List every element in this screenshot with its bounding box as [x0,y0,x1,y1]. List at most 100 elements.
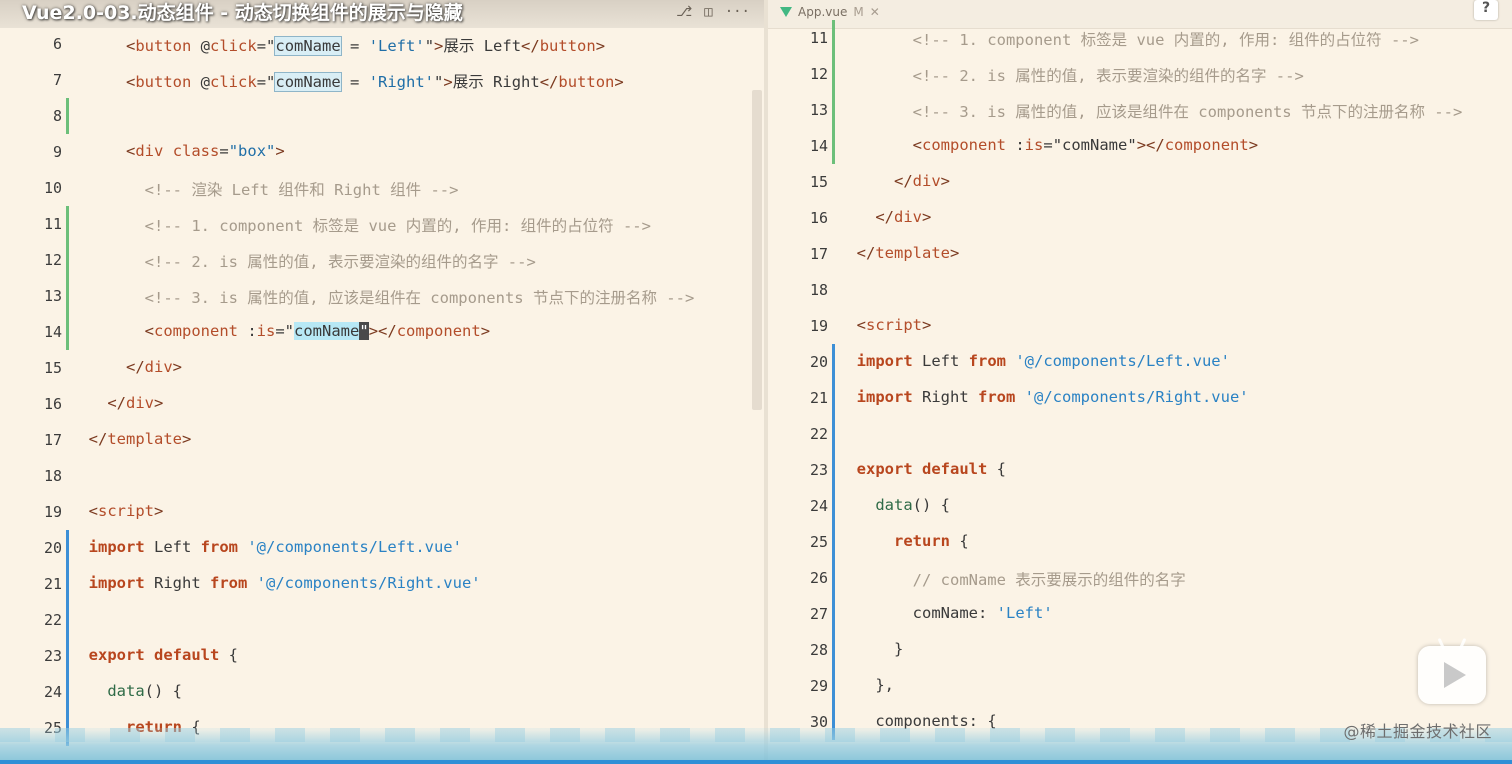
code-text[interactable]: <!-- 3. is 属性的值, 应该是组件在 components 节点下的注… [70,286,695,308]
code-line[interactable]: 15 </div> [0,350,764,386]
code-line[interactable]: 21 import Right from '@/components/Right… [768,380,1512,416]
code-line[interactable]: 18 [768,272,1512,308]
git-change-marker[interactable] [66,98,69,134]
git-change-marker[interactable] [66,206,69,242]
code-line[interactable]: 22 [768,416,1512,452]
code-line[interactable]: 19 <script> [0,494,764,530]
code-text[interactable]: <script> [70,502,164,520]
code-text[interactable]: </div> [70,358,182,376]
code-text[interactable]: import Left from '@/components/Left.vue' [70,538,462,556]
git-change-marker[interactable] [832,344,835,380]
code-text[interactable]: <!-- 2. is 属性的值, 表示要渲染的组件的名字 --> [70,250,536,272]
code-text[interactable]: } [838,640,903,658]
code-line[interactable]: 20 import Left from '@/components/Left.v… [0,530,764,566]
editor-pane-right[interactable]: App.vue M ✕ ? 11 <!-- 1. component 标签是 v… [768,0,1512,764]
code-line[interactable]: 11 <!-- 1. component 标签是 vue 内置的, 作用: 组件… [768,20,1512,56]
git-change-marker[interactable] [832,380,835,416]
git-change-marker[interactable] [832,596,835,632]
progress-bar[interactable] [0,760,1512,764]
code-text[interactable]: </div> [838,172,950,190]
code-line[interactable]: 10 <!-- 渲染 Left 组件和 Right 组件 --> [0,170,764,206]
git-change-marker[interactable] [832,668,835,704]
git-change-marker[interactable] [832,632,835,668]
git-change-marker[interactable] [66,602,69,638]
code-text[interactable]: data() { [838,496,950,514]
git-change-marker[interactable] [832,560,835,596]
code-line[interactable]: 28 } [768,632,1512,668]
code-text[interactable]: <!-- 1. component 标签是 vue 内置的, 作用: 组件的占位… [838,28,1419,50]
git-change-marker[interactable] [66,638,69,674]
git-change-marker[interactable] [832,56,835,92]
code-text[interactable]: </div> [838,208,931,226]
code-line[interactable]: 7 <button @click="comName = 'Right'">展示 … [0,62,764,98]
code-text[interactable]: export default { [70,646,238,664]
code-text[interactable]: <div class="box"> [70,142,285,160]
code-text[interactable]: data() { [70,682,182,700]
code-line[interactable]: 22 [0,602,764,638]
code-line[interactable]: 8 [0,98,764,134]
git-change-marker[interactable] [832,128,835,164]
code-text[interactable]: <!-- 1. component 标签是 vue 内置的, 作用: 组件的占位… [70,214,651,236]
code-text[interactable]: return { [838,532,969,550]
git-change-marker[interactable] [832,452,835,488]
code-line[interactable]: 9 <div class="box"> [0,134,764,170]
vertical-scrollbar[interactable] [752,90,762,410]
compare-changes-icon[interactable]: ⎇ [676,4,692,20]
code-text[interactable]: import Right from '@/components/Right.vu… [838,388,1249,406]
tab-app-vue[interactable]: App.vue M ✕ [780,5,880,19]
code-line[interactable]: 17 </template> [0,422,764,458]
git-change-marker[interactable] [66,242,69,278]
code-line[interactable]: 19 <script> [768,308,1512,344]
code-line[interactable]: 16 </div> [768,200,1512,236]
editor-pane-left[interactable]: Vue2.0-03.动态组件 - 动态切换组件的展示与隐藏 ⎇ ◫ ··· 6 … [0,0,764,764]
code-line[interactable]: 18 [0,458,764,494]
code-text[interactable]: <script> [838,316,932,334]
code-text[interactable]: <!-- 3. is 属性的值, 应该是组件在 components 节点下的注… [838,100,1463,122]
help-button[interactable]: ? [1474,0,1498,20]
git-change-marker[interactable] [66,278,69,314]
code-text[interactable]: comName: 'Left' [838,604,1053,622]
code-line[interactable]: 23 export default { [768,452,1512,488]
code-line[interactable]: 14 <component :is="comName"></component> [768,128,1512,164]
code-text[interactable]: // comName 表示要展示的组件的名字 [838,568,1186,590]
play-button[interactable] [1418,646,1486,704]
code-line[interactable]: 24 data() { [768,488,1512,524]
git-change-marker[interactable] [832,524,835,560]
code-text[interactable]: <component :is="comName"></component> [838,136,1258,154]
code-line[interactable]: 21 import Right from '@/components/Right… [0,566,764,602]
more-actions-icon[interactable]: ··· [725,4,750,20]
code-line[interactable]: 20 import Left from '@/components/Left.v… [768,344,1512,380]
code-text[interactable]: <button @click="comName = 'Right'">展示 Ri… [70,70,624,92]
code-text[interactable]: export default { [838,460,1006,478]
code-line[interactable]: 16 </div> [0,386,764,422]
code-text[interactable]: </template> [838,244,960,262]
git-change-marker[interactable] [66,530,69,566]
code-text[interactable]: import Right from '@/components/Right.vu… [70,574,481,592]
code-text[interactable]: <component :is="comName"></component> [70,322,490,340]
git-change-marker[interactable] [832,488,835,524]
code-text[interactable]: </div> [70,394,163,412]
code-text[interactable]: import Left from '@/components/Left.vue' [838,352,1230,370]
code-text[interactable]: <!-- 2. is 属性的值, 表示要渲染的组件的名字 --> [838,64,1304,86]
code-line[interactable]: 12 <!-- 2. is 属性的值, 表示要渲染的组件的名字 --> [768,56,1512,92]
code-text[interactable]: <button @click="comName = 'Left'">展示 Lef… [70,34,605,56]
git-change-marker[interactable] [832,416,835,452]
code-line[interactable]: 17 </template> [768,236,1512,272]
code-line[interactable]: 26 // comName 表示要展示的组件的名字 [768,560,1512,596]
git-change-marker[interactable] [66,566,69,602]
code-line[interactable]: 13 <!-- 3. is 属性的值, 应该是组件在 components 节点… [0,278,764,314]
git-change-marker[interactable] [832,20,835,56]
code-line[interactable]: 14 <component :is="comName"></component> [0,314,764,350]
code-line[interactable]: 23 export default { [0,638,764,674]
code-line[interactable]: 25 return { [768,524,1512,560]
code-text[interactable]: <!-- 渲染 Left 组件和 Right 组件 --> [70,178,459,200]
git-change-marker[interactable] [66,314,69,350]
git-change-marker[interactable] [832,92,835,128]
close-icon[interactable]: ✕ [870,5,880,19]
code-line[interactable]: 11 <!-- 1. component 标签是 vue 内置的, 作用: 组件… [0,206,764,242]
git-change-marker[interactable] [66,674,69,710]
code-text[interactable]: </template> [70,430,192,448]
code-line[interactable]: 13 <!-- 3. is 属性的值, 应该是组件在 components 节点… [768,92,1512,128]
split-editor-icon[interactable]: ◫ [704,4,712,20]
code-line[interactable]: 29 }, [768,668,1512,704]
